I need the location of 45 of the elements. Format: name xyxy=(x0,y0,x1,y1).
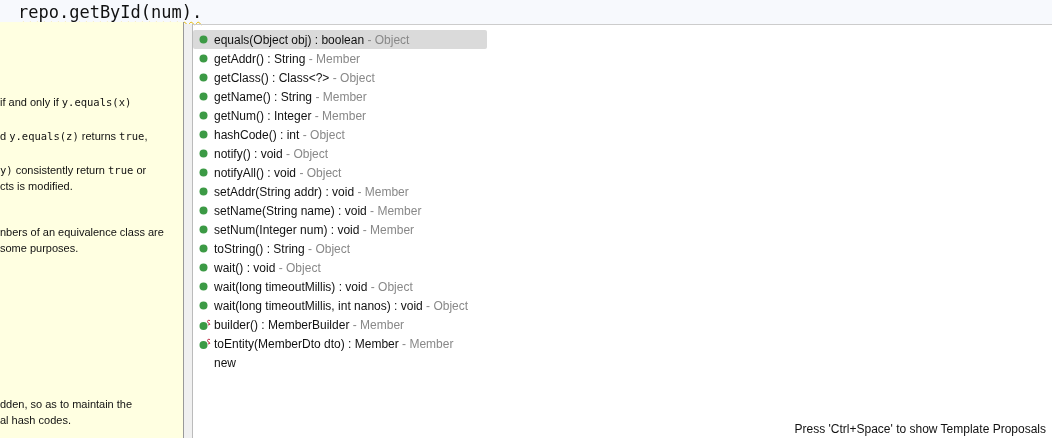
method-icon xyxy=(199,35,208,44)
method-icon xyxy=(199,263,208,272)
proposal-item[interactable]: equals(Object obj) : boolean - Object xyxy=(193,30,487,49)
proposal-item[interactable]: new xyxy=(193,353,487,372)
method-icon xyxy=(199,111,208,120)
proposal-item[interactable]: wait() : void - Object xyxy=(193,258,487,277)
proposal-item[interactable]: getClass() : Class<?> - Object xyxy=(193,68,487,87)
javadoc-text: nbers of an equivalence class are xyxy=(0,225,165,240)
static-method-icon xyxy=(199,318,212,331)
method-icon xyxy=(199,130,208,139)
proposal-item[interactable]: toString() : String - Object xyxy=(193,239,487,258)
proposal-item[interactable]: wait(long timeoutMillis) : void - Object xyxy=(193,277,487,296)
method-icon xyxy=(199,168,208,177)
javadoc-text: if and only if y.equals(x) xyxy=(0,95,133,110)
method-icon xyxy=(199,73,208,82)
code-line: repo.getById(num). xyxy=(18,2,203,22)
method-icon xyxy=(199,225,208,234)
proposal-item[interactable]: wait(long timeoutMillis, int nanos) : void - Object xyxy=(193,296,487,315)
proposal-item[interactable]: hashCode() : int - Object xyxy=(193,125,487,144)
status-hint: Press 'Ctrl+Space' to show Template Proposals xyxy=(794,422,1047,438)
javadoc-text: cts is modified. xyxy=(0,179,74,194)
proposal-item[interactable]: getAddr() : String - Member xyxy=(193,49,487,68)
proposal-item[interactable]: notify() : void - Object xyxy=(193,144,487,163)
proposal-item[interactable]: setAddr(String addr) : void - Member xyxy=(193,182,487,201)
javadoc-text: some purposes. xyxy=(0,241,80,256)
method-icon xyxy=(199,282,208,291)
method-icon xyxy=(199,92,208,101)
proposal-item[interactable]: getNum() : Integer - Member xyxy=(193,106,487,125)
proposal-item[interactable]: notifyAll() : void - Object xyxy=(193,163,487,182)
method-icon xyxy=(199,244,208,253)
method-icon xyxy=(199,301,208,310)
proposal-item[interactable]: setName(String name) : void - Member xyxy=(193,201,487,220)
javadoc-text: d y.equals(z) returns true, xyxy=(0,129,149,144)
javadoc-text: y) consistently return true or xyxy=(0,163,148,178)
proposal-item[interactable]: toEntity(MemberDto dto) : Member - Member xyxy=(193,334,487,353)
method-icon xyxy=(199,206,208,215)
proposal-item[interactable]: setNum(Integer num) : void - Member xyxy=(193,220,487,239)
method-icon xyxy=(199,187,208,196)
proposal-item[interactable]: getName() : String - Member xyxy=(193,87,487,106)
javadoc-text: dden, so as to maintain the xyxy=(0,397,134,412)
static-method-icon xyxy=(199,337,212,350)
method-icon xyxy=(199,149,208,158)
proposal-item[interactable]: builder() : MemberBuilder - Member xyxy=(193,315,487,334)
method-icon xyxy=(199,54,208,63)
javadoc-text: al hash codes. xyxy=(0,413,72,428)
